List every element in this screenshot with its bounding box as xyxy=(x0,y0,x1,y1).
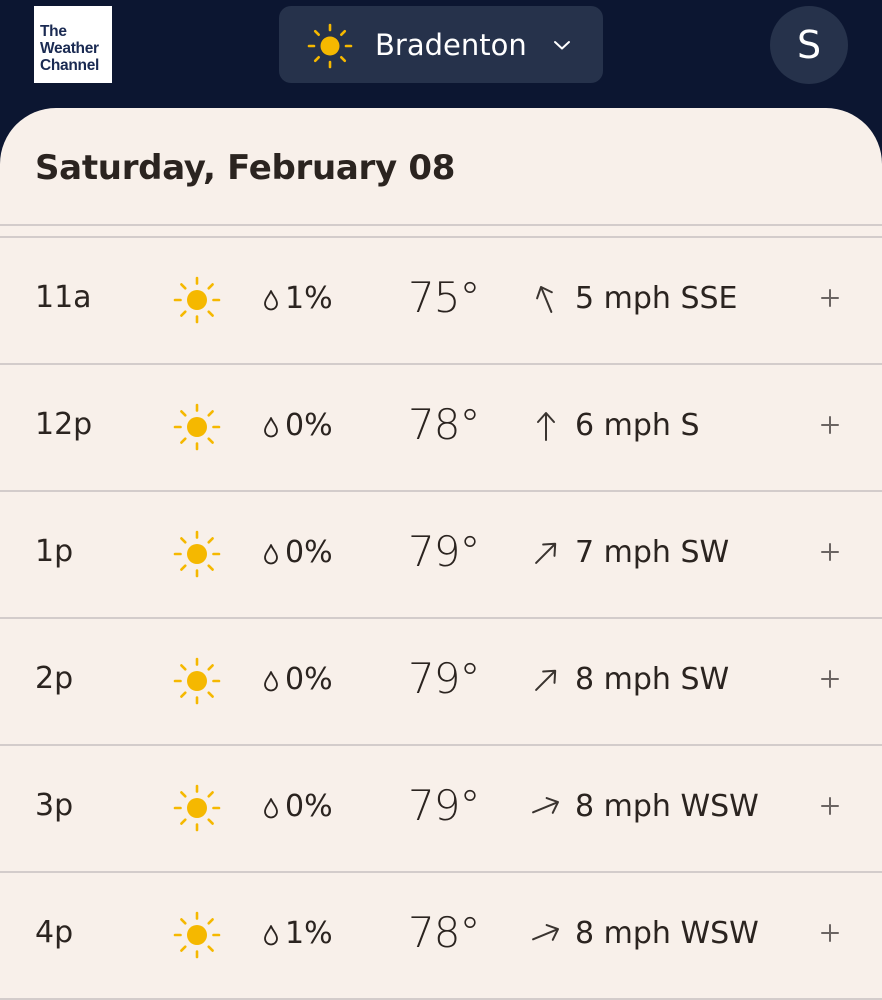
hour-label: 1p xyxy=(35,534,74,569)
hourly-row[interactable]: 12p 0% 78° 6 mph S xyxy=(0,365,882,492)
temperature: 75° xyxy=(408,273,480,322)
wind-direction-arrow-icon xyxy=(532,797,560,814)
raindrop-icon xyxy=(264,925,278,946)
plus-icon[interactable] xyxy=(820,542,840,562)
hour-label: 12p xyxy=(35,407,93,442)
chevron-down-icon xyxy=(554,41,570,50)
precip-chance: 0% xyxy=(285,408,333,443)
sun-icon xyxy=(173,276,221,324)
location-name: Bradenton xyxy=(375,28,527,62)
hour-label: 3p xyxy=(35,788,74,823)
sun-icon xyxy=(173,911,221,959)
plus-icon[interactable] xyxy=(820,796,840,816)
hourly-row[interactable]: 1p 0% 79° 7 mph SW xyxy=(0,492,882,619)
hourly-row[interactable]: 11a 1% 75° 5 mph SSE xyxy=(0,238,882,365)
hour-label: 11a xyxy=(35,280,92,315)
temperature: 79° xyxy=(408,654,480,703)
raindrop-icon xyxy=(264,671,278,692)
wind-direction-arrow-icon xyxy=(535,669,557,691)
hourly-list: 11a 1% 75° 5 mph SSE 12p 0% 78° 6 mph S … xyxy=(0,238,882,1000)
temperature: 78° xyxy=(408,400,480,449)
divider xyxy=(0,224,882,226)
wind-direction-arrow-icon xyxy=(535,542,557,564)
hourly-row[interactable]: 3p 0% 79° 8 mph WSW xyxy=(0,746,882,873)
location-selector[interactable]: Bradenton xyxy=(279,6,603,83)
user-avatar[interactable]: S xyxy=(770,6,848,84)
sun-icon xyxy=(173,784,221,832)
raindrop-icon xyxy=(264,417,278,438)
sun-icon xyxy=(173,657,221,705)
temperature: 79° xyxy=(408,781,480,830)
precip-chance: 1% xyxy=(285,916,333,951)
temperature: 78° xyxy=(408,908,480,957)
sun-icon xyxy=(307,23,353,69)
hour-label: 4p xyxy=(35,915,74,950)
hourly-forecast-panel: Saturday, February 08 11a 1% 75° 5 mph S… xyxy=(0,108,882,1000)
wind-direction-arrow-icon xyxy=(537,412,555,441)
precip-chance: 0% xyxy=(285,789,333,824)
logo-line-2: Weather xyxy=(40,40,99,57)
weather-channel-logo[interactable]: The Weather Channel xyxy=(34,6,112,83)
precip-chance: 1% xyxy=(285,281,333,316)
precip-chance: 0% xyxy=(285,535,333,570)
day-title: Saturday, February 08 xyxy=(35,148,456,188)
wind-direction-arrow-icon xyxy=(532,924,560,941)
raindrop-icon xyxy=(264,290,278,311)
temperature: 79° xyxy=(408,527,480,576)
sun-icon xyxy=(173,403,221,451)
wind-speed: 8 mph WSW xyxy=(575,789,759,824)
plus-icon[interactable] xyxy=(820,415,840,435)
precip-chance: 0% xyxy=(285,662,333,697)
raindrop-icon xyxy=(264,544,278,565)
hourly-row[interactable]: 4p 1% 78° 8 mph WSW xyxy=(0,873,882,1000)
raindrop-icon xyxy=(264,798,278,819)
app-header: The Weather Channel Bradenton S xyxy=(0,0,882,118)
logo-line-1: The xyxy=(40,23,67,40)
wind-speed: 5 mph SSE xyxy=(575,281,738,316)
hour-label: 2p xyxy=(35,661,74,696)
plus-icon[interactable] xyxy=(820,923,840,943)
plus-icon[interactable] xyxy=(820,288,840,308)
wind-speed: 6 mph S xyxy=(575,408,700,443)
wind-speed: 8 mph WSW xyxy=(575,916,759,951)
wind-direction-arrow-icon xyxy=(536,285,553,313)
wind-speed: 8 mph SW xyxy=(575,662,730,697)
hourly-row[interactable]: 2p 0% 79° 8 mph SW xyxy=(0,619,882,746)
wind-speed: 7 mph SW xyxy=(575,535,730,570)
sun-icon xyxy=(173,530,221,578)
plus-icon[interactable] xyxy=(820,669,840,689)
logo-line-3: Channel xyxy=(40,57,100,74)
